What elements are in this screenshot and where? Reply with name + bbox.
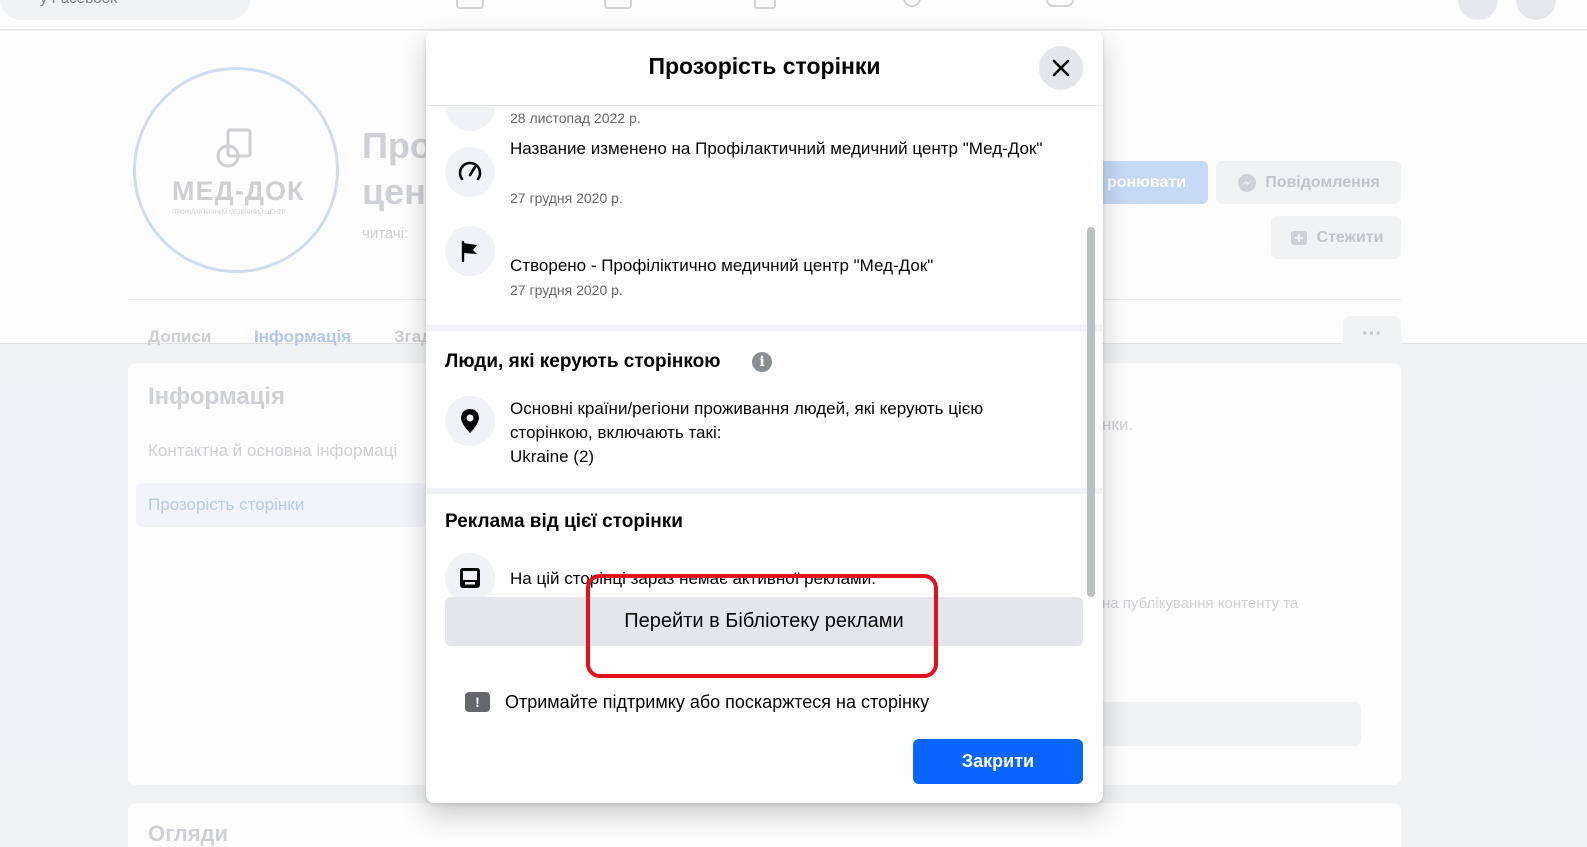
history-text: Название изменено на Профілактичний меди… bbox=[510, 139, 1043, 158]
report-page-link[interactable]: Отримайте підтримку або поскаржтеся на с… bbox=[505, 692, 929, 713]
location-pin-icon bbox=[461, 409, 479, 433]
rename-history-item bbox=[445, 147, 495, 197]
info-icon[interactable]: i bbox=[752, 352, 772, 372]
page-transparency-dialog: Прозорість сторінки 28 листопад 2022 р. … bbox=[426, 31, 1103, 803]
dialog-header: Прозорість сторінки bbox=[426, 31, 1103, 106]
no-ads-row bbox=[445, 553, 495, 603]
highlight-annotation bbox=[586, 574, 938, 678]
section-divider bbox=[426, 325, 1103, 331]
history-text: Створено - Профіліктично медичний центр … bbox=[510, 256, 934, 275]
ad-icon bbox=[460, 568, 480, 588]
report-icon: ! bbox=[465, 692, 490, 712]
location-row bbox=[445, 396, 495, 446]
dialog-title: Прозорість сторінки bbox=[648, 53, 881, 79]
dialog-body: 28 листопад 2022 р. Название изменено на… bbox=[426, 107, 1103, 803]
created-history-item bbox=[445, 226, 495, 276]
history-date: 27 грудня 2020 р. bbox=[510, 282, 623, 298]
history-date: 28 листопад 2022 р. bbox=[510, 110, 641, 126]
ads-section-title: Реклама від цієї сторінки bbox=[445, 511, 683, 532]
history-icon bbox=[445, 107, 495, 131]
history-date: 27 грудня 2020 р. bbox=[510, 190, 623, 206]
close-icon bbox=[1052, 59, 1070, 77]
location-text: Основні країни/регіони проживання людей,… bbox=[510, 399, 984, 466]
close-button[interactable] bbox=[1039, 46, 1083, 90]
flag-icon bbox=[461, 240, 477, 263]
dialog-scrollbar[interactable] bbox=[1087, 227, 1095, 597]
section-divider bbox=[426, 488, 1103, 494]
close-dialog-button[interactable]: Закрити bbox=[913, 739, 1083, 784]
people-section-title: Люди, які керують сторінкою bbox=[445, 351, 721, 372]
gauge-icon bbox=[458, 161, 482, 181]
